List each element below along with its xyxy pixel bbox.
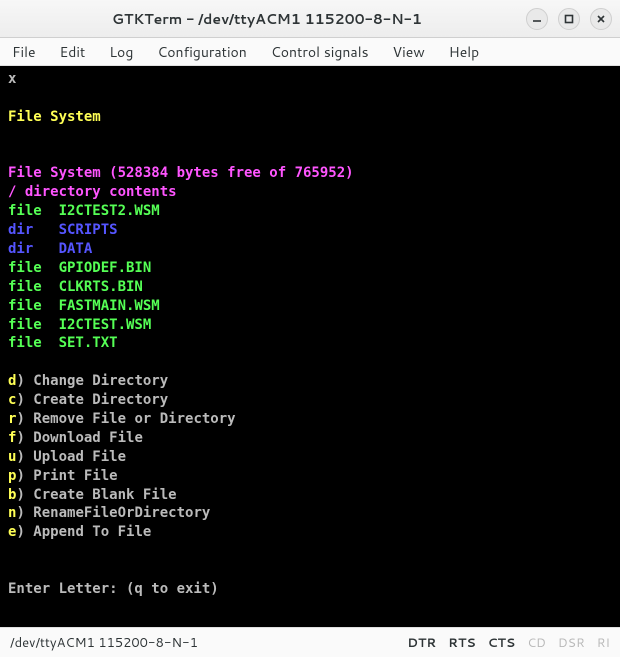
close-button[interactable]: [590, 8, 612, 30]
minimize-button[interactable]: [526, 8, 548, 30]
signal-dtr: DTR: [407, 634, 436, 652]
menu-file[interactable]: File: [8, 40, 40, 64]
signal-cts: CTS: [488, 634, 516, 652]
menu-edit[interactable]: Edit: [56, 40, 90, 64]
signal-cd: CD: [527, 634, 546, 652]
titlebar: GTKTerm - /dev/ttyACM1 115200-8-N-1: [0, 0, 620, 38]
menu-log[interactable]: Log: [105, 40, 137, 64]
maximize-button[interactable]: [558, 8, 580, 30]
signal-rts: RTS: [448, 634, 475, 652]
statusbar: /dev/ttyACM1 115200-8-N-1 DTR RTS CTS CD DSR…: [0, 627, 620, 657]
menu-configuration[interactable]: Configuration: [153, 40, 251, 64]
terminal-output[interactable]: x File System File System (528384 bytes …: [0, 66, 620, 627]
menu-help[interactable]: Help: [445, 40, 483, 64]
menubar: File Edit Log Configuration Control sign…: [0, 38, 620, 66]
status-port: /dev/ttyACM1 115200-8-N-1: [10, 634, 407, 652]
window-controls: [526, 8, 612, 30]
menu-control-signals[interactable]: Control signals: [267, 40, 373, 64]
signal-dsr: DSR: [558, 634, 585, 652]
signal-ri: RI: [597, 634, 610, 652]
status-signals: DTR RTS CTS CD DSR RI: [407, 634, 610, 652]
window-title: GTKTerm - /dev/ttyACM1 115200-8-N-1: [8, 9, 526, 29]
menu-view[interactable]: View: [389, 40, 429, 64]
